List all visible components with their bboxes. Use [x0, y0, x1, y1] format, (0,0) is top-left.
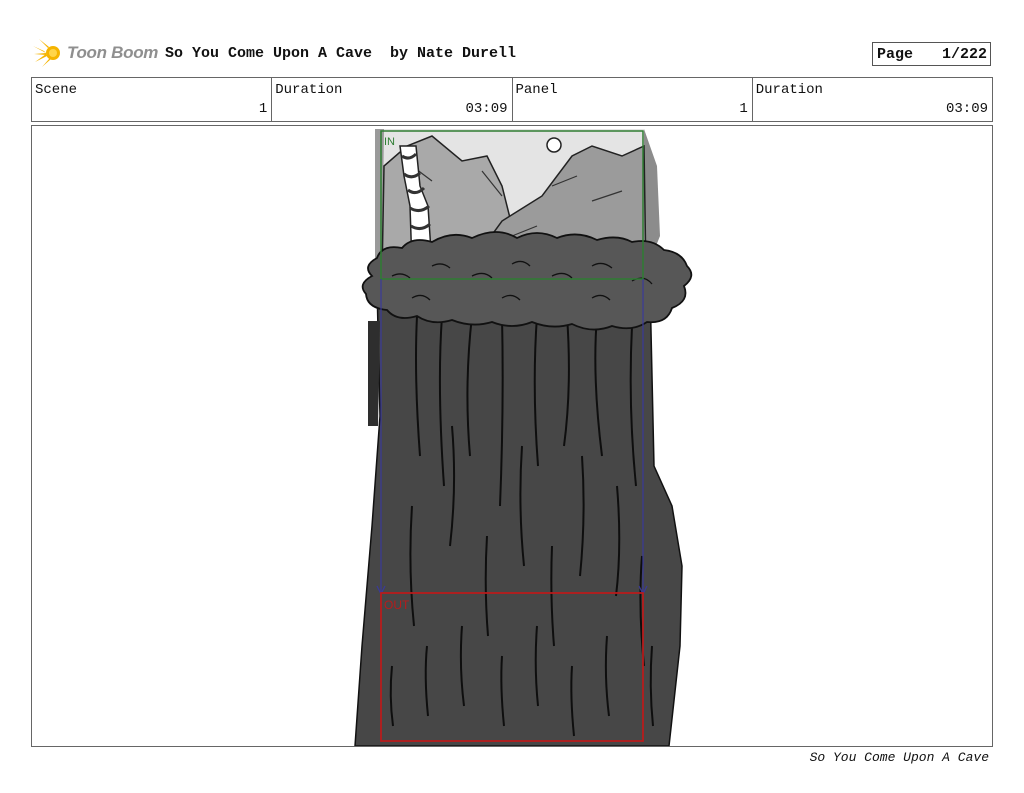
- treetop-bushes: [361, 231, 693, 331]
- scene-value: 1: [258, 101, 268, 117]
- page-indicator: Page 1/222: [872, 42, 991, 66]
- storyboard-panel: IN OUT: [31, 125, 993, 747]
- panel-label: Panel: [515, 82, 558, 98]
- board-title: So You Come Upon A Cave by Nate Durell: [165, 45, 517, 62]
- scene-info-table: Scene 1 Duration 03:09 Panel 1 Duration …: [31, 77, 993, 122]
- sun-burst-icon: [33, 39, 60, 67]
- panel-duration-cell: Duration 03:09: [753, 78, 992, 121]
- scene-duration-label: Duration: [275, 82, 343, 98]
- logo-wordmark: Toon Boom: [67, 43, 159, 62]
- storyboard-page: Toon Boom So You Come Upon A Cave by Nat…: [0, 0, 1024, 793]
- scene-label: Scene: [35, 82, 78, 98]
- scene-duration-value: 03:09: [465, 101, 508, 117]
- page-label: Page: [877, 45, 914, 63]
- panel-drawing: IN OUT: [354, 129, 693, 746]
- cliff: [354, 285, 683, 746]
- panel-cell: Panel 1: [513, 78, 753, 121]
- camera-out-label: OUT: [384, 598, 410, 612]
- scene-cell: Scene 1: [32, 78, 273, 121]
- panel-duration-label: Duration: [755, 82, 823, 98]
- scene-duration-cell: Duration 03:09: [272, 78, 513, 121]
- panel-duration-value: 03:09: [945, 101, 988, 117]
- camera-in-label: IN: [384, 136, 395, 148]
- page-number: 1/222: [941, 45, 987, 63]
- panel-value: 1: [739, 101, 748, 117]
- moon: [546, 137, 562, 153]
- footer-title: So You Come Upon A Cave: [809, 750, 989, 765]
- toon-boom-logo: Toon Boom: [33, 38, 158, 68]
